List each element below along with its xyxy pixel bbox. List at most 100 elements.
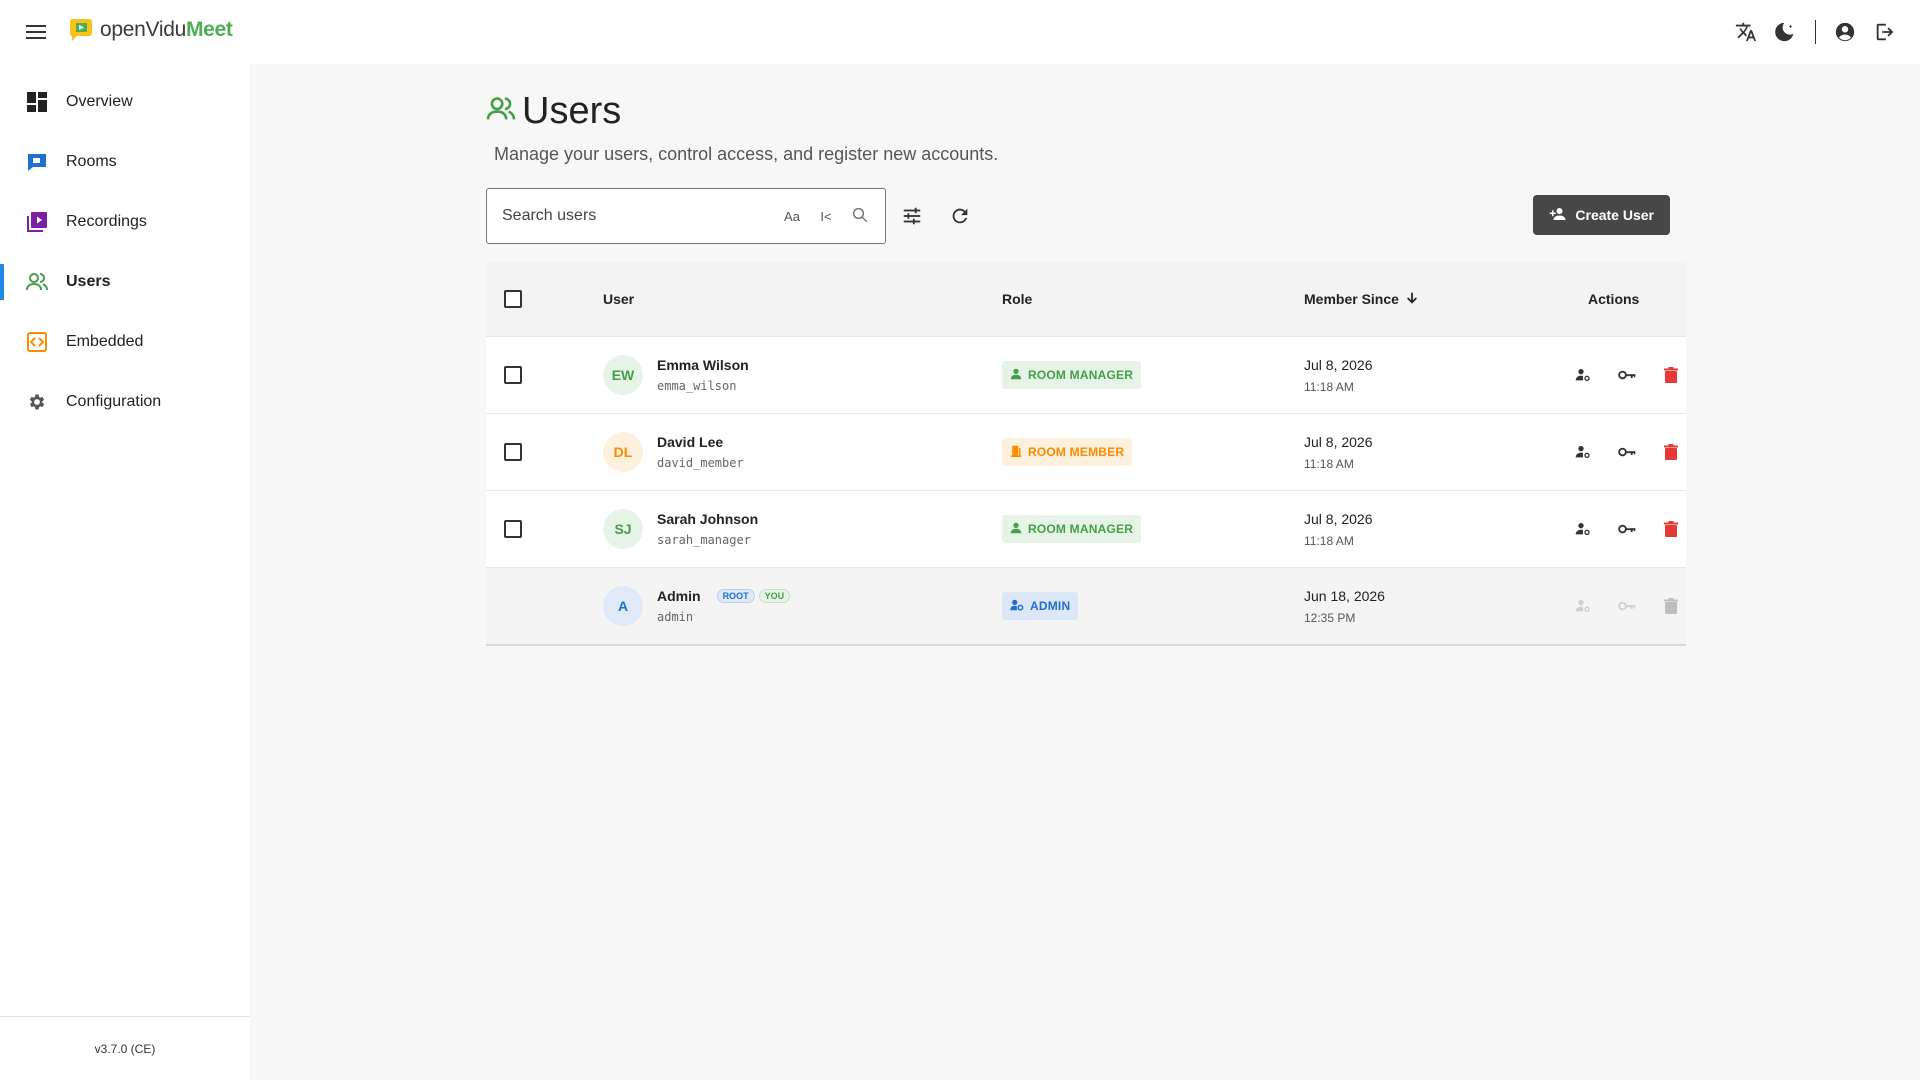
member-since-label: Member Since	[1304, 291, 1399, 307]
user-cell: EW Emma Wilson emma_wilson	[603, 337, 749, 413]
sidebar-item-overview[interactable]: Overview	[0, 72, 250, 132]
member-since-cell: Jul 8, 2026 11:18 AM	[1304, 491, 1373, 567]
member-time: 11:18 AM	[1304, 533, 1354, 548]
reset-password-key-icon[interactable]	[1612, 360, 1642, 390]
reset-password-key-icon[interactable]	[1612, 437, 1642, 467]
page-subtitle: Manage your users, control access, and r…	[494, 144, 999, 164]
avatar: EW	[603, 355, 643, 395]
role-label: ROOM MANAGER	[1028, 522, 1134, 536]
delete-trash-icon[interactable]	[1656, 360, 1686, 390]
avatar: SJ	[603, 509, 643, 549]
role-label: ROOM MEMBER	[1028, 445, 1125, 459]
sidebar-item-label: Configuration	[66, 393, 162, 410]
member-date: Jul 8, 2026	[1304, 356, 1373, 373]
sidebar-item-embedded[interactable]: Embedded	[0, 312, 250, 372]
logout-icon[interactable]	[1870, 16, 1900, 48]
page-title: Users	[522, 90, 622, 132]
top-actions	[1731, 16, 1900, 48]
user-username: david_member	[657, 456, 744, 470]
delete-trash-icon[interactable]	[1656, 514, 1686, 544]
user-cell: A Admin ROOT YOU admin	[603, 568, 791, 644]
users-icon	[486, 96, 516, 127]
create-user-label: Create User	[1575, 207, 1654, 223]
role-badge: ROOM MANAGER	[1002, 361, 1142, 389]
translate-icon[interactable]	[1731, 16, 1761, 48]
actions-cell	[1568, 414, 1686, 490]
row-select-cell	[504, 337, 522, 413]
row-checkbox[interactable]	[504, 520, 522, 538]
person-icon	[1010, 522, 1022, 537]
search-icon[interactable]	[846, 206, 874, 227]
avatar: DL	[603, 432, 643, 472]
row-select-cell	[504, 491, 522, 567]
actions-cell	[1568, 568, 1686, 644]
user-username: emma_wilson	[657, 379, 737, 393]
version-label: v3.7.0 (CE)	[0, 1016, 250, 1080]
top-divider	[1815, 20, 1816, 44]
sidebar-item-rooms[interactable]: Rooms	[0, 132, 250, 192]
add-user-icon	[1549, 206, 1567, 225]
role-cell: ROOM MANAGER	[1002, 337, 1142, 413]
select-all-checkbox[interactable]	[504, 290, 522, 308]
member-date: Jun 18, 2026	[1304, 587, 1385, 604]
delete-trash-icon	[1656, 591, 1686, 621]
sidebar-item-label: Rooms	[66, 153, 117, 170]
room-icon	[26, 151, 48, 173]
change-role-icon	[1568, 591, 1598, 621]
sidebar-item-label: Recordings	[66, 213, 147, 230]
change-role-icon[interactable]	[1568, 514, 1598, 544]
column-header-user[interactable]: User	[603, 262, 634, 336]
app-logo[interactable]: openViduMeet	[68, 18, 233, 42]
row-select-cell	[504, 414, 522, 490]
delete-trash-icon[interactable]	[1656, 437, 1686, 467]
create-user-button[interactable]: Create User	[1533, 195, 1670, 235]
column-header-role[interactable]: Role	[1002, 262, 1032, 336]
member-time: 11:18 AM	[1304, 379, 1354, 394]
account-icon[interactable]	[1830, 16, 1860, 48]
search-box: Aa I<	[486, 188, 886, 244]
refresh-icon[interactable]	[942, 198, 978, 234]
member-time: 11:18 AM	[1304, 456, 1354, 471]
user-name: Sarah Johnson	[657, 511, 759, 527]
role-cell: ADMIN	[1002, 568, 1079, 644]
menu-icon[interactable]	[20, 16, 52, 48]
filter-icon[interactable]	[894, 198, 930, 234]
prefix-toggle[interactable]: I<	[812, 209, 840, 224]
sidebar-item-label: Overview	[66, 93, 133, 110]
sort-down-arrow-icon	[1405, 291, 1419, 308]
sidebar-item-users[interactable]: Users	[0, 252, 250, 312]
member-date: Jul 8, 2026	[1304, 433, 1373, 450]
select-all-cell	[504, 262, 522, 336]
reset-password-key-icon[interactable]	[1612, 514, 1642, 544]
role-badge: ADMIN	[1002, 592, 1079, 620]
member-since-cell: Jul 8, 2026 11:18 AM	[1304, 337, 1373, 413]
user-username: sarah_manager	[657, 533, 751, 547]
row-checkbox[interactable]	[504, 366, 522, 384]
table-row: SJ Sarah Johnson sarah_manager ROOM MANA…	[486, 490, 1686, 567]
theme-toggle-icon[interactable]	[1771, 16, 1801, 48]
table-row: EW Emma Wilson emma_wilson ROOM MANAGER …	[486, 336, 1686, 413]
user-name: Admin	[657, 588, 701, 604]
change-role-icon[interactable]	[1568, 437, 1598, 467]
page-header: Users	[486, 90, 621, 133]
match-case-toggle[interactable]: Aa	[778, 209, 806, 224]
sidebar-item-label: Users	[66, 273, 111, 290]
change-role-icon[interactable]	[1568, 360, 1598, 390]
member-time: 12:35 PM	[1304, 610, 1356, 625]
sidebar: Overview Rooms Recordings Users Embedded…	[0, 64, 250, 1080]
logo-text: openViduMeet	[100, 18, 233, 41]
users-icon	[26, 271, 48, 293]
user-cell: SJ Sarah Johnson sarah_manager	[603, 491, 758, 567]
user-username: admin	[657, 610, 694, 624]
actions-cell	[1568, 491, 1686, 567]
actions-cell	[1568, 337, 1686, 413]
table-header: User Role Member Since Actions	[486, 262, 1686, 336]
row-checkbox[interactable]	[504, 443, 522, 461]
sidebar-item-recordings[interactable]: Recordings	[0, 192, 250, 252]
column-header-member-since[interactable]: Member Since	[1304, 262, 1419, 336]
sidebar-item-configuration[interactable]: Configuration	[0, 372, 250, 432]
member-date: Jul 8, 2026	[1304, 510, 1373, 527]
person-icon	[1010, 368, 1022, 383]
recordings-icon	[26, 211, 48, 233]
search-input[interactable]	[502, 207, 772, 225]
